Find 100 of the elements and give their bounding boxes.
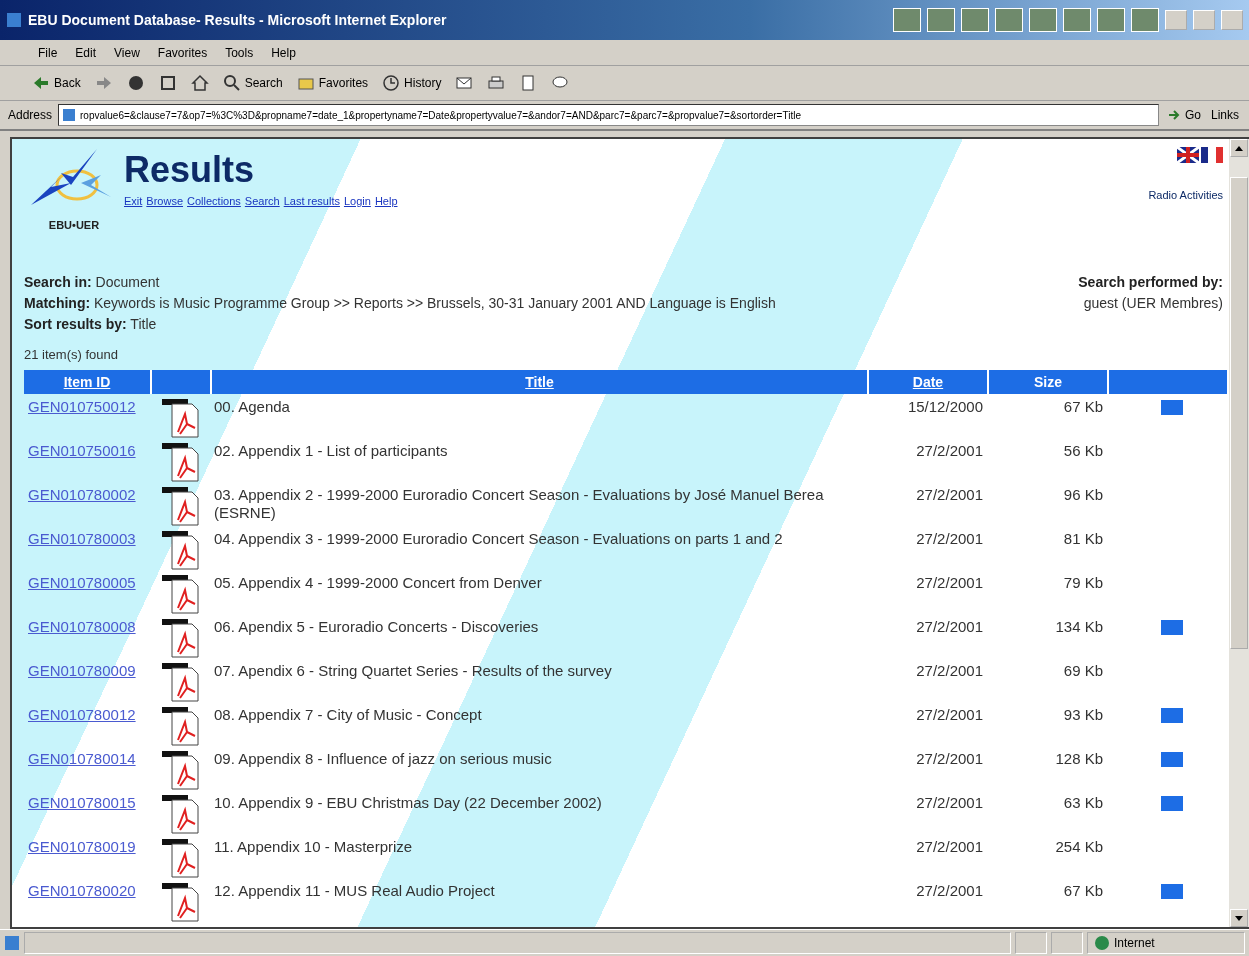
search-in-text: Search in: Document: [24, 273, 161, 292]
page-icon: [4, 935, 20, 951]
title-cell: 09. Appendix 8 - Influence of jazz on serious music: [214, 750, 552, 768]
marker-icon[interactable]: [1161, 796, 1183, 811]
tray-icon[interactable]: [1097, 8, 1125, 32]
address-label: Address: [8, 108, 53, 122]
pdf-file-icon: [160, 442, 200, 482]
nav-link[interactable]: Help: [374, 195, 398, 207]
tray-icon[interactable]: [1063, 8, 1091, 32]
pdf-file-icon: [160, 882, 200, 922]
size-cell: 93 Kb: [1063, 706, 1103, 723]
document-id-link[interactable]: GEN010780005: [28, 574, 136, 591]
tray-icon[interactable]: [1029, 8, 1057, 32]
column-header-link[interactable]: Title: [525, 374, 554, 390]
date-cell: 27/2/2001: [916, 794, 983, 811]
marker-icon[interactable]: [1161, 708, 1183, 723]
tray-icon[interactable]: [893, 8, 921, 32]
nav-link[interactable]: Login: [343, 195, 371, 207]
document-id-link[interactable]: GEN010780008: [28, 618, 136, 635]
nav-link[interactable]: Collections: [187, 195, 241, 207]
result-count: 21 item(s) found: [24, 347, 119, 362]
up-arrow-icon: [1235, 145, 1243, 151]
document-id-link[interactable]: GEN010780015: [28, 794, 136, 811]
size-cell: 67 Kb: [1063, 882, 1103, 899]
menu-item[interactable]: Tools: [225, 45, 254, 60]
size-cell: 79 Kb: [1063, 574, 1103, 591]
envelope-icon: [455, 74, 474, 92]
pdf-file-icon: [160, 662, 200, 702]
refresh-icon: [158, 74, 177, 92]
document-id-link[interactable]: GEN010780019: [28, 838, 136, 855]
go-button[interactable]: Go: [1164, 106, 1203, 124]
links-button[interactable]: Links: [1209, 106, 1241, 124]
scrollbar[interactable]: [1229, 139, 1249, 927]
marker-icon[interactable]: [1161, 884, 1183, 899]
size-cell: 56 Kb: [1063, 442, 1103, 459]
tray-icon[interactable]: [995, 8, 1023, 32]
title-cell-text: 03. Appendix 2 - 1999-2000 Euroradio Concert Season - Evaluations by José Manuel Berea (ESRNE): [214, 486, 825, 522]
close-button[interactable]: [1221, 10, 1243, 30]
marker-icon[interactable]: [1161, 400, 1183, 415]
flag-icon[interactable]: [1201, 147, 1223, 163]
nav-link[interactable]: Browse: [146, 195, 184, 207]
section-label: Radio Activities: [1148, 189, 1223, 201]
document-id-link[interactable]: GEN010780012: [28, 706, 136, 723]
title-cell: 05. Appendix 4 - 1999-2000 Concert from Denver: [214, 574, 542, 592]
printer-icon: [487, 74, 506, 92]
search-button[interactable]: Search: [220, 72, 285, 94]
document-id-link[interactable]: GEN010780020: [28, 882, 136, 899]
tray-icon[interactable]: [1131, 8, 1159, 32]
marker-icon[interactable]: [1161, 620, 1183, 635]
nav-link[interactable]: Exit: [124, 195, 143, 207]
document-id-link[interactable]: GEN010780002: [28, 486, 136, 503]
marker-icon[interactable]: [1161, 752, 1183, 767]
date-cell: 27/2/2001: [916, 750, 983, 767]
flag-icon[interactable]: [1177, 147, 1199, 163]
title-cell: 06. Apendix 5 - Euroradio Concerts - Discoveries: [214, 618, 539, 636]
home-button[interactable]: [188, 72, 211, 94]
history-button[interactable]: History: [380, 72, 444, 94]
size-cell: 69 Kb: [1063, 662, 1103, 679]
logo-text: EBU•UER: [48, 219, 100, 231]
title-cell: 11. Appendix 10 - Masterprize: [214, 838, 413, 856]
scroll-down-button[interactable]: [1230, 909, 1248, 927]
forward-arrow-icon: [94, 74, 113, 92]
maximize-button[interactable]: [1193, 10, 1215, 30]
title-cell: 02. Appendix 1 - List of participants: [214, 442, 448, 460]
column-header-link[interactable]: Item ID: [63, 374, 111, 390]
document-id-link[interactable]: GEN010780009: [28, 662, 136, 679]
favorites-button[interactable]: Favorites: [294, 72, 371, 94]
scroll-up-button[interactable]: [1230, 139, 1248, 157]
size-cell: 254 Kb: [1055, 838, 1103, 855]
window-title: EBU Document Database- Results - Microsoft Internet Explorer: [28, 12, 448, 28]
date-cell: 27/2/2001: [916, 706, 983, 723]
date-cell: 27/2/2001: [916, 486, 983, 503]
menu-item[interactable]: Favorites: [157, 45, 208, 60]
pdf-file-icon: [160, 838, 200, 878]
pdf-file-icon: [160, 530, 200, 570]
menu-item[interactable]: File: [38, 45, 58, 60]
document-id-link[interactable]: GEN010750012: [28, 398, 136, 415]
title-cell: 12. Appendix 11 - MUS Real Audio Project: [214, 882, 495, 900]
stop-icon: [126, 74, 145, 92]
column-header-link[interactable]: Date: [912, 374, 944, 390]
pdf-file-icon: [160, 706, 200, 746]
document-id-link[interactable]: GEN010750016: [28, 442, 136, 459]
menu-item[interactable]: View: [114, 45, 140, 60]
size-cell: 134 Kb: [1055, 618, 1103, 635]
document-id-link[interactable]: GEN010780014: [28, 750, 136, 767]
nav-link[interactable]: Last results: [283, 195, 340, 207]
minimize-button[interactable]: [1165, 10, 1187, 30]
nav-link[interactable]: Search: [244, 195, 280, 207]
tray-icon[interactable]: [927, 8, 955, 32]
size-cell: 67 Kb: [1063, 398, 1103, 415]
clock-icon: [382, 74, 401, 92]
pdf-file-icon: [160, 750, 200, 790]
address-field[interactable]: ropvalue6=&clause7=7&op7=%3C%3D&propname7=date_1&propertyname7=Date&propertyvalue7=&andor7=AND&parc7=&parc7=&propvalue7=&sortorder=Title: [58, 104, 1159, 126]
tray-icon[interactable]: [961, 8, 989, 32]
menu-item[interactable]: Edit: [75, 45, 97, 60]
scroll-thumb[interactable]: [1230, 177, 1248, 649]
document-id-link[interactable]: GEN010780003: [28, 530, 136, 547]
home-icon: [190, 74, 209, 92]
back-button[interactable]: Back: [30, 72, 83, 94]
menu-item[interactable]: Help: [271, 45, 296, 60]
